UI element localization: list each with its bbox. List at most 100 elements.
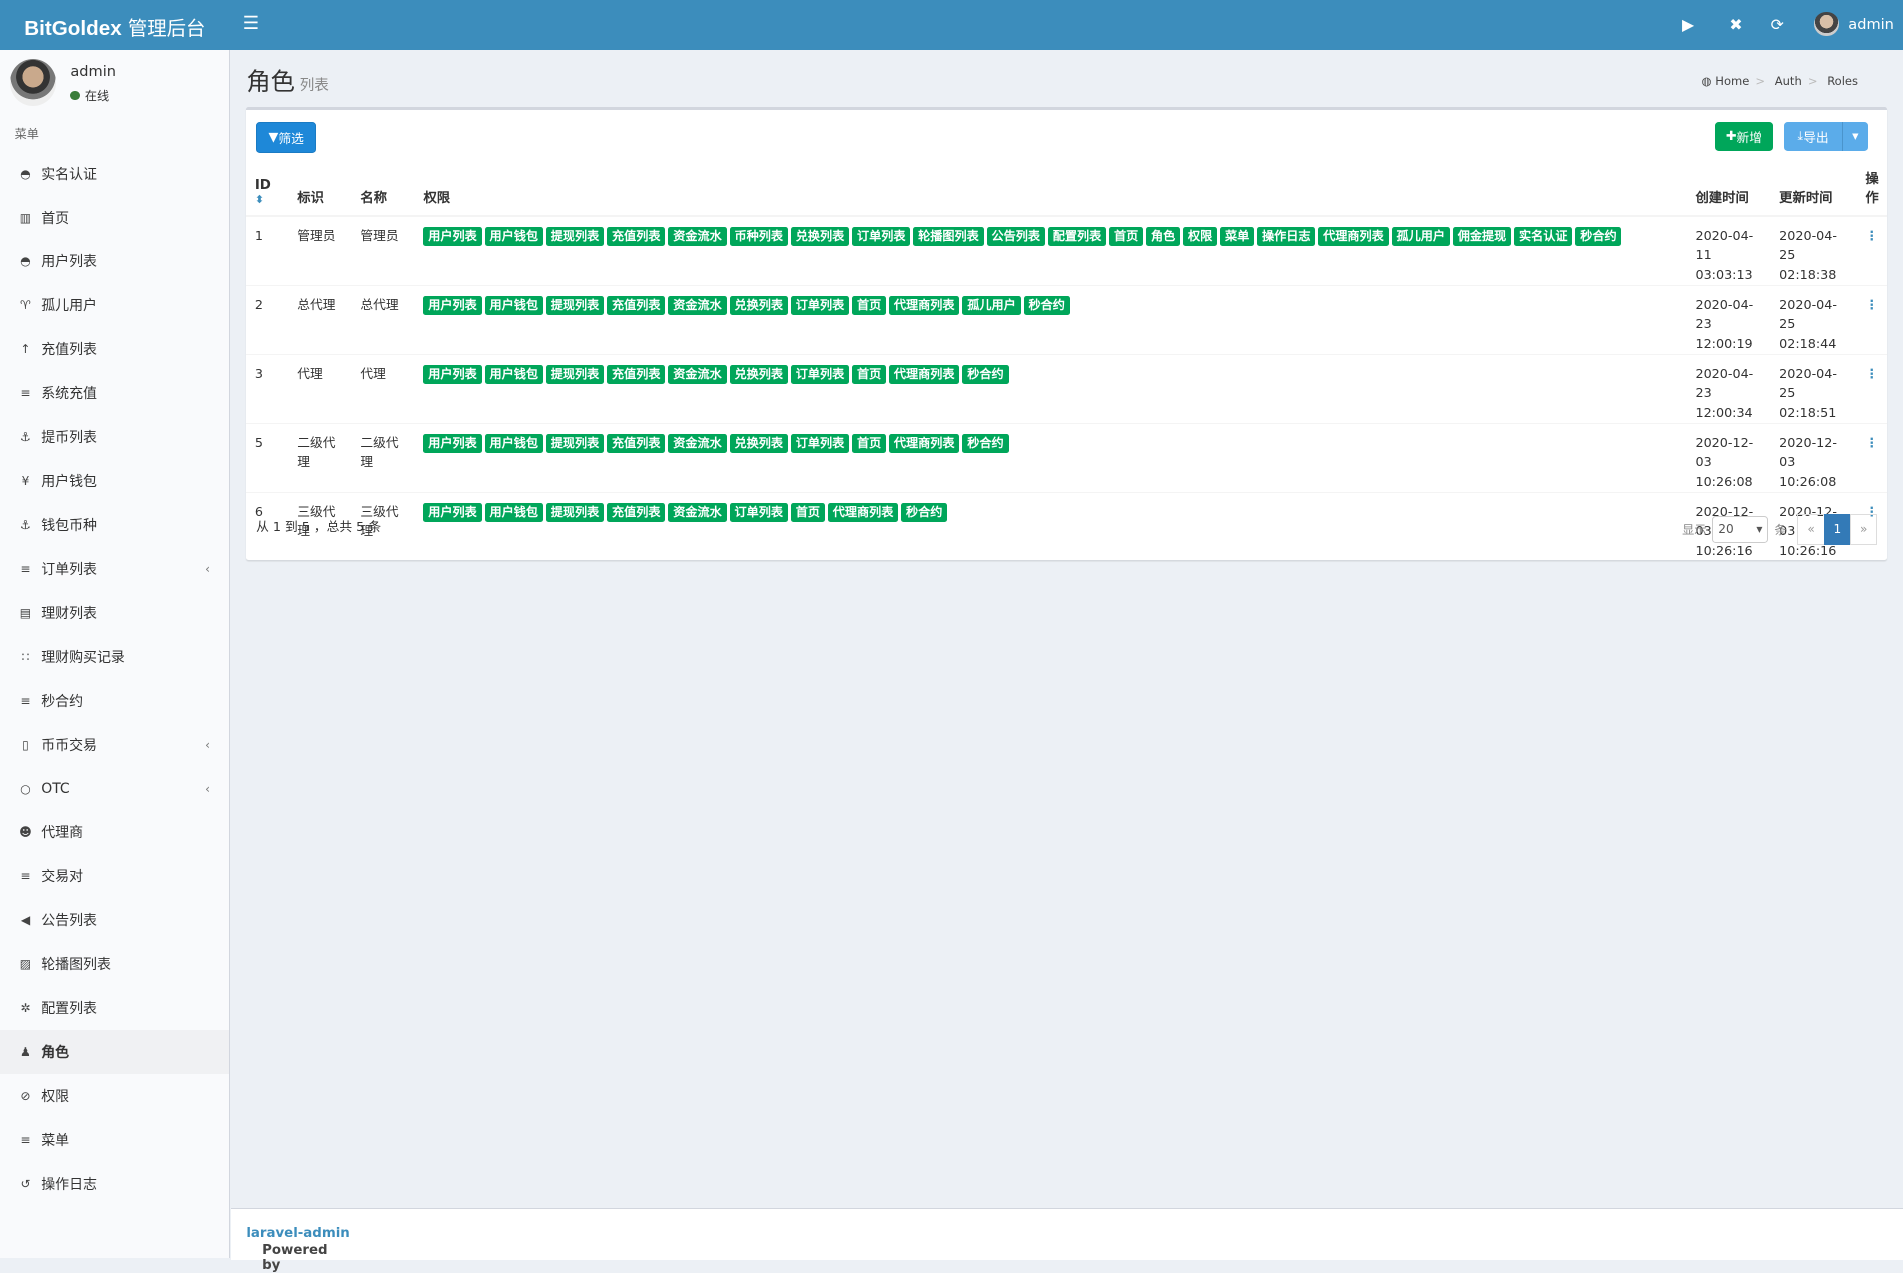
permission-tag: 首页 [1109,227,1144,247]
cell-action: ⋮ [1856,354,1888,424]
permission-tag: 订单列表 [790,296,850,316]
permission-tag: 资金流水 [668,296,727,316]
chevron-left-icon: ‹ [205,781,210,796]
permission-tag: 代理商列表 [889,364,960,385]
title-text: 角色 [246,66,295,96]
cell-id: 2 [246,285,289,355]
table-row: 6 三级代理 三级代理 用户列表 用户钱包 提现列表 充值列表 资金流水 订单列表 首页 代理商列表… [246,492,1888,562]
roles-box: ▼ 筛选 ✚ 新增 ⤓ 导出 ▾ ID ⬍ 标识 名称 权限 创建时间 更新时间 操作 … [246,106,1888,562]
breadcrumb-home[interactable]: Home [1715,74,1749,88]
sidebar-item-label: 秒合约 [41,693,84,710]
page-1-button[interactable]: 1 [1823,513,1852,546]
menu-item-icon: ⚓ [20,430,31,445]
footer: Powered by laravel-admin [230,1207,1903,1273]
menu-item-icon: ▤ [19,605,32,620]
sidebar-item[interactable]: ♟ 角色 [0,1030,230,1075]
sidebar-item[interactable]: ▤ 理财列表 [0,591,229,635]
header-slug: 标识 [288,159,352,218]
permission-tag: 订单列表 [790,433,850,454]
sidebar-item[interactable]: ✲ 配置列表 [0,986,229,1030]
export-label: 导出 [1803,130,1829,146]
created-time: 10:26:08 [1695,474,1753,490]
permission-tag: 配置列表 [1047,227,1107,247]
permission-tag: 用户列表 [423,227,482,247]
laravel-admin-link[interactable]: laravel-admin [246,1226,349,1241]
add-button[interactable]: ✚ 新增 [1714,121,1774,152]
permission-tag: 充值列表 [607,433,666,454]
created-time: 12:00:34 [1695,405,1753,421]
next-page-button[interactable]: » [1849,513,1878,546]
sidebar-item[interactable]: ☻ 代理商 [0,811,229,855]
cell-name: 总代理 [351,285,415,355]
sidebar-item[interactable]: ≡ 菜单 [0,1118,229,1162]
top-navbar: BitGoldex 管理后台 ☰ ▶ ✖ ⟳ admin [0,0,1903,50]
menu-item-icon: ≡ [20,869,31,884]
sidebar-item[interactable]: ≡ 系统充值 [0,371,229,415]
sidebar-item[interactable]: ≡ 秒合约 [0,679,229,723]
sidebar-item[interactable]: ○ OTC ‹ [0,767,229,811]
permission-tag: 用户钱包 [484,296,543,316]
menu-item-icon: ≡ [20,386,31,401]
breadcrumb-auth[interactable]: Auth [1775,74,1802,88]
filter-label: 筛选 [278,131,304,147]
user-menu[interactable]: admin [1814,12,1894,37]
chevron-left-icon: ‹ [205,561,210,576]
sidebar-item[interactable]: ↑ 充值列表 [0,327,229,371]
header-updated: 更新时间 [1770,159,1857,218]
permission-tag: 用户钱包 [484,433,543,454]
sidebar-item[interactable]: ¥ 用户钱包 [0,459,229,503]
sidebar-item[interactable]: ▨ 轮播图列表 [0,942,229,986]
sidebar-item[interactable]: ▯ 币币交易 ‹ [0,723,229,767]
export-dropdown-button[interactable]: ▾ [1842,121,1868,152]
sidebar-item[interactable]: ♈ 孤儿用户 [0,283,229,327]
refresh-icon[interactable]: ⟳ [1771,15,1784,34]
sidebar-toggle-icon[interactable]: ☰ [243,13,259,34]
fullscreen-icon[interactable]: ✖ [1729,15,1742,34]
sort-icon[interactable]: ⬍ [255,193,284,206]
sidebar-user-name: admin [70,63,116,81]
sidebar-item[interactable]: ◀ 公告列表 [0,898,229,942]
sidebar-item[interactable]: ◓ 用户列表 [0,240,229,284]
sidebar-item[interactable]: ⚓ 钱包币种 [0,503,229,547]
per-page-select[interactable]: 20 ▾ [1712,516,1769,543]
row-actions-icon[interactable]: ⋮ [1865,298,1878,313]
sidebar-item-label: 角色 [41,1045,70,1062]
play-icon[interactable]: ▶ [1682,15,1694,34]
updated-time: 02:18:51 [1779,405,1837,421]
export-button[interactable]: ⤓ 导出 [1783,121,1843,152]
sidebar-item-label: 权限 [41,1089,70,1105]
created-date: 2020-04-11 [1695,229,1754,264]
updated-date: 2020-04-25 [1779,366,1837,402]
prev-page-button[interactable]: « [1797,513,1825,546]
header-id: ID [254,177,271,193]
sidebar-item[interactable]: ≡ 订单列表 ‹ [0,547,229,591]
row-actions-icon[interactable]: ⋮ [1865,436,1878,451]
breadcrumb-roles: Roles [1827,74,1859,89]
per-page-label: 显示 [1682,522,1707,537]
sidebar-item[interactable]: ◓ 实名认证 [0,152,229,196]
cell-updated: 2020-04-25 02:18:51 [1770,354,1857,424]
sidebar-item[interactable]: ▥ 首页 [0,196,229,240]
sidebar-item[interactable]: ⊘ 权限 [0,1074,229,1118]
sidebar-item[interactable]: ≡ 交易对 [0,854,229,898]
sidebar-item[interactable]: ⚓ 提币列表 [0,415,229,459]
sidebar-item-label: 交易对 [41,869,84,886]
dashboard-icon: ◍ [1701,74,1712,89]
row-actions-icon[interactable]: ⋮ [1865,367,1878,382]
permission-tag: 兑换列表 [729,433,788,454]
brand-logo[interactable]: BitGoldex 管理后台 [24,12,205,41]
table-row: 2 总代理 总代理 用户列表 用户钱包 提现列表 充值列表 资金流水 兑换列表 订单列表 首页 代理商… [246,285,1888,355]
powered-by: Powered by [262,1242,328,1273]
sidebar-item[interactable]: ↺ 操作日志 [0,1162,229,1206]
cell-created: 2020-04-23 12:00:34 [1686,354,1771,424]
user-name: admin [1848,15,1894,33]
filter-button[interactable]: ▼ 筛选 [256,121,317,154]
cell-id: 1 [246,215,289,286]
row-actions-icon[interactable]: ⋮ [1865,229,1878,244]
cell-id: 3 [246,354,289,424]
sidebar-item-label: 系统充值 [41,386,97,403]
permission-tag: 用户列表 [423,296,482,316]
menu-item-icon: ⊘ [20,1089,31,1103]
sidebar-item[interactable]: ∷ 理财购买记录 [0,635,229,679]
permission-tag: 操作日志 [1257,227,1316,247]
